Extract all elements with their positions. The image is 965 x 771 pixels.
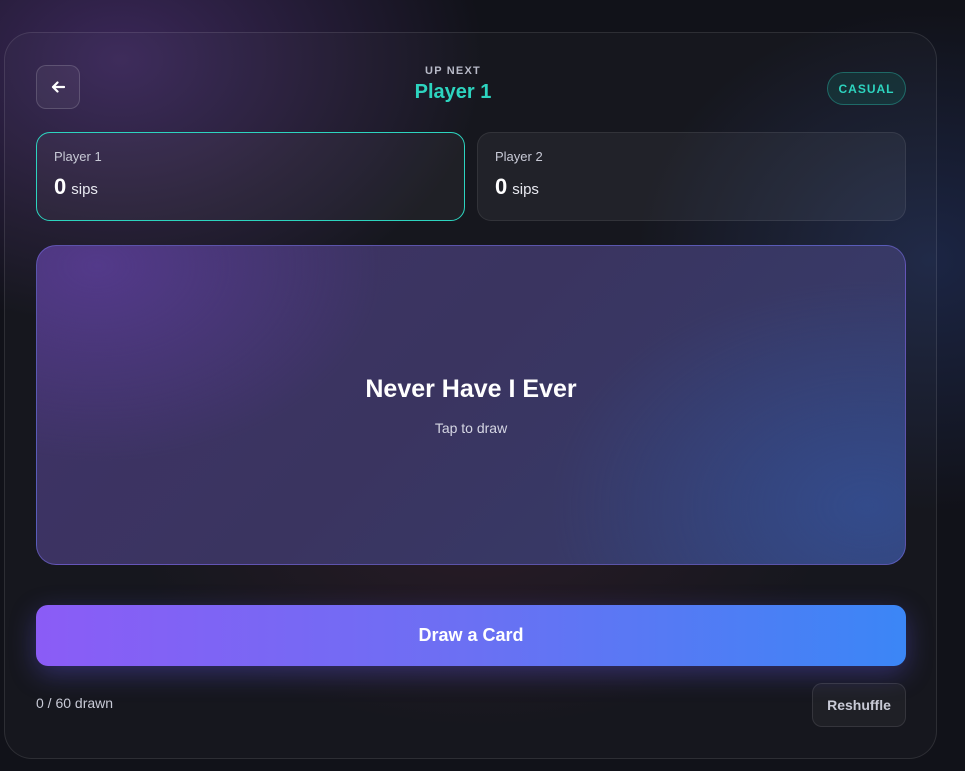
game-panel: UP NEXT Player 1 CASUAL Player 1 0 sips … (4, 32, 937, 759)
score-unit: sips (512, 181, 539, 198)
back-button[interactable] (36, 65, 80, 109)
reshuffle-button[interactable]: Reshuffle (812, 683, 906, 727)
card-deck[interactable]: Never Have I Ever Tap to draw (36, 245, 906, 565)
score-value: 0 (54, 174, 67, 199)
player-score: 0 sips (54, 174, 447, 200)
player-name: Player 1 (54, 149, 102, 164)
score-value: 0 (495, 174, 508, 199)
player-card-1: Player 1 0 sips (36, 132, 465, 221)
draw-card-button[interactable]: Draw a Card (36, 605, 906, 666)
up-next-label: UP NEXT (425, 65, 481, 77)
player-card-2: Player 2 0 sips (477, 132, 906, 221)
up-next-player: Player 1 (414, 81, 492, 103)
player-name: Player 2 (495, 149, 543, 164)
score-unit: sips (71, 181, 98, 198)
deck-hint: Tap to draw (434, 419, 508, 436)
deck-title: Never Have I Ever (365, 374, 577, 403)
player-score: 0 sips (495, 174, 888, 200)
drawn-count: 0 / 60 drawn (36, 695, 114, 711)
up-next-indicator: UP NEXT Player 1 (353, 65, 553, 104)
arrow-left-icon (51, 81, 65, 93)
mode-badge: CASUAL (827, 72, 906, 105)
